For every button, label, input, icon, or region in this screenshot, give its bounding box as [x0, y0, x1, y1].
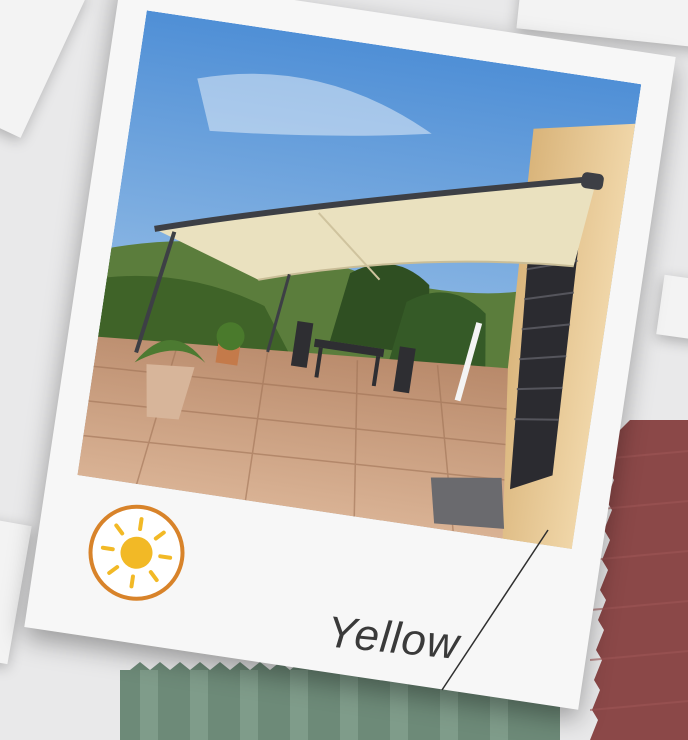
decorative-pen-stroke [441, 529, 549, 691]
awning-photo [77, 10, 642, 550]
sun-icon [88, 504, 185, 601]
background-card-right [656, 274, 688, 346]
background-card-left [0, 515, 32, 665]
background-card-top-left [0, 0, 89, 138]
